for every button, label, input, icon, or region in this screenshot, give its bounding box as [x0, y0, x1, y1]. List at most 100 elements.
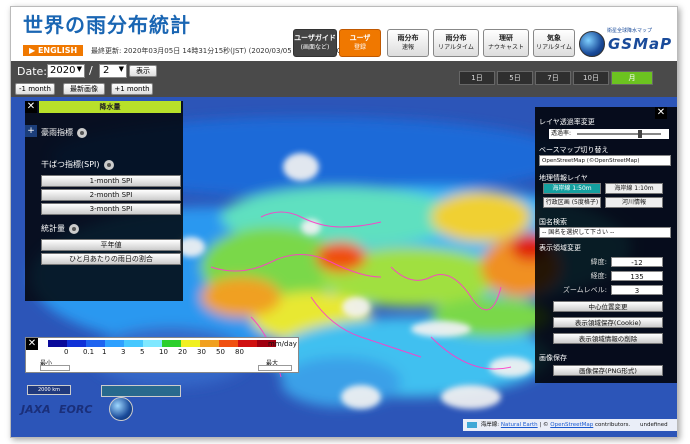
gsmap-round-logo [109, 397, 133, 421]
coastline-prefix: 海岸線: [480, 422, 500, 428]
range-5day-button[interactable]: 5日 [497, 71, 533, 85]
riken-nowcast-button[interactable]: 理研 ナウキャスト [483, 29, 529, 57]
openstreetmap-link[interactable]: OpenStreetMap [550, 422, 593, 428]
prev-month-button[interactable]: -1 month [15, 83, 55, 95]
zoom-level-label: ズームレベル: [562, 286, 607, 294]
coastline-10m-button[interactable]: 海岸線 1:10m [605, 183, 663, 194]
display-button[interactable]: 表示 [129, 65, 157, 77]
legend-color-segment [200, 340, 219, 347]
eorc-logo: EORC [59, 403, 93, 416]
rain-day-ratio-button[interactable]: ひと月あたりの雨日の割合 [41, 253, 181, 265]
image-save-heading: 画像保存 [539, 354, 567, 362]
user-reg-label: ユーザ [349, 34, 371, 42]
range-10day-button[interactable]: 10日 [573, 71, 609, 85]
weather-label: 気象 [547, 34, 561, 42]
legend-tick-label: 20 [178, 348, 187, 356]
range-7day-button[interactable]: 7日 [535, 71, 571, 85]
delete-region-info-button[interactable]: 表示領域情報の削除 [553, 333, 663, 344]
month-select[interactable]: 2 ▼ [99, 64, 127, 78]
date-separator: / [89, 64, 93, 77]
spi-1month-button[interactable]: 1-month SPI [41, 175, 181, 187]
user-registration-button[interactable]: ユーザ 登録 [339, 29, 381, 57]
plus-icon[interactable]: + [25, 125, 37, 137]
legend-color-segment [143, 340, 162, 347]
opacity-slider[interactable] [577, 133, 661, 135]
legend-color-segment [162, 340, 181, 347]
close-icon[interactable]: ✕ [655, 107, 667, 119]
next-month-button[interactable]: +1 month [111, 83, 153, 95]
river-info-button[interactable]: 河川情報 [605, 197, 663, 208]
weather-sublabel: リアルタイム [536, 44, 572, 51]
user-guide-sublabel: (画面など) [300, 44, 330, 51]
legend-color-segment [67, 340, 86, 347]
admin-boundary-button[interactable]: 行政区画 (5度格子) [543, 197, 601, 208]
overview-bar [101, 385, 181, 397]
year-select[interactable]: 2020 ▼ [47, 64, 85, 78]
rainfall-map[interactable]: ✕ 降水量 + 豪雨指標 干ばつ指標(SPI) 1-month SPI 2-mo… [11, 97, 677, 437]
change-center-button[interactable]: 中心位置変更 [553, 301, 663, 312]
globe-icon [579, 31, 605, 57]
longitude-label: 経度: [590, 272, 607, 280]
rain-realtime-button[interactable]: 雨分布 リアルタイム [433, 29, 479, 57]
layer-opacity-heading: レイヤ透過率変更 [539, 118, 595, 126]
legend-tick-label: 3 [121, 348, 126, 356]
country-select[interactable]: -- 国名を選択して下さい -- [539, 227, 671, 238]
normal-value-button[interactable]: 平年値 [41, 239, 181, 251]
help-icon[interactable] [69, 223, 79, 234]
legend-color-segment [105, 340, 124, 347]
map-attribution: 海岸線: Natural Earth | © OpenStreetMap con… [463, 419, 677, 431]
longitude-input[interactable]: 135 [611, 271, 663, 281]
rain-realtime-sublabel: リアルタイム [438, 44, 474, 51]
spi-2month-button[interactable]: 2-month SPI [41, 189, 181, 201]
gsmap-logo[interactable]: GSMaP [579, 29, 675, 59]
color-legend: ✕ 0 0.1 1 3 5 10 20 30 50 80 mm/day 最小 最大 [25, 337, 299, 373]
opacity-slider-handle[interactable] [638, 130, 642, 138]
legend-color-segment [86, 340, 105, 347]
english-link[interactable]: ▶ ENGLISH [23, 45, 84, 56]
legend-tick-label: 5 [140, 348, 145, 356]
site-title: 世界の雨分布統計 [23, 13, 191, 37]
spi-3month-button[interactable]: 3-month SPI [41, 203, 181, 215]
stats-heading-label: 統計量 [41, 224, 65, 233]
save-png-button[interactable]: 画像保存(PNG形式) [553, 365, 663, 376]
stats-heading: 統計量 [41, 223, 79, 234]
legend-tick-label: 1 [102, 348, 107, 356]
close-icon[interactable]: ✕ [26, 338, 38, 350]
weather-realtime-button[interactable]: 気象 リアルタイム [533, 29, 575, 57]
scale-bar: 2000 km [27, 385, 71, 395]
basemap-select[interactable]: OpenStreetMap (©OpenStreetMap) [539, 155, 671, 166]
coastline-50m-button[interactable]: 海岸線 1:50m [543, 183, 601, 194]
basemap-value: OpenStreetMap (©OpenStreetMap) [542, 158, 640, 164]
year-value: 2020 [50, 65, 76, 76]
legend-color-segment [124, 340, 143, 347]
help-icon[interactable] [77, 127, 87, 138]
legend-tick-label: 0.1 [83, 348, 95, 356]
rain-amount-button[interactable]: 降水量 [39, 101, 181, 113]
help-icon[interactable] [103, 159, 114, 170]
range-1day-button[interactable]: 1日 [459, 71, 495, 85]
user-guide-button[interactable]: ユーザガイド (画面など) [293, 29, 337, 57]
basemap-heading: ベースマップ切り替え [539, 146, 609, 154]
riken-sublabel: ナウキャスト [487, 44, 524, 51]
legend-color-segment [181, 340, 200, 347]
zoom-level-input[interactable]: 3 [611, 285, 663, 295]
range-month-button[interactable]: 月 [611, 71, 653, 85]
osm-contributors: contributors. [595, 422, 631, 428]
gsmap-logo-text: GSMaP [608, 35, 673, 53]
legend-max-input[interactable] [258, 365, 292, 371]
latest-image-button[interactable]: 最新画像 [63, 83, 105, 95]
rain-flash-sublabel: 速報 [401, 44, 414, 51]
close-icon[interactable]: ✕ [25, 101, 37, 113]
latitude-input[interactable]: -12 [611, 257, 663, 267]
rain-flash-button[interactable]: 雨分布 速報 [387, 29, 429, 57]
undefined-text: undefined [639, 422, 668, 428]
legend-tick-label: 30 [197, 348, 206, 356]
heavy-rain-heading: 豪雨指標 [41, 127, 87, 138]
legend-min-input[interactable] [40, 365, 70, 371]
legend-color-segment [48, 340, 67, 347]
legend-color-segment [238, 340, 257, 347]
jaxa-logo: JAXA [21, 403, 51, 416]
save-region-cookie-button[interactable]: 表示領域保存(Cookie) [553, 317, 663, 328]
heavy-rain-heading-label: 豪雨指標 [41, 128, 73, 137]
natural-earth-link[interactable]: Natural Earth [501, 422, 538, 428]
